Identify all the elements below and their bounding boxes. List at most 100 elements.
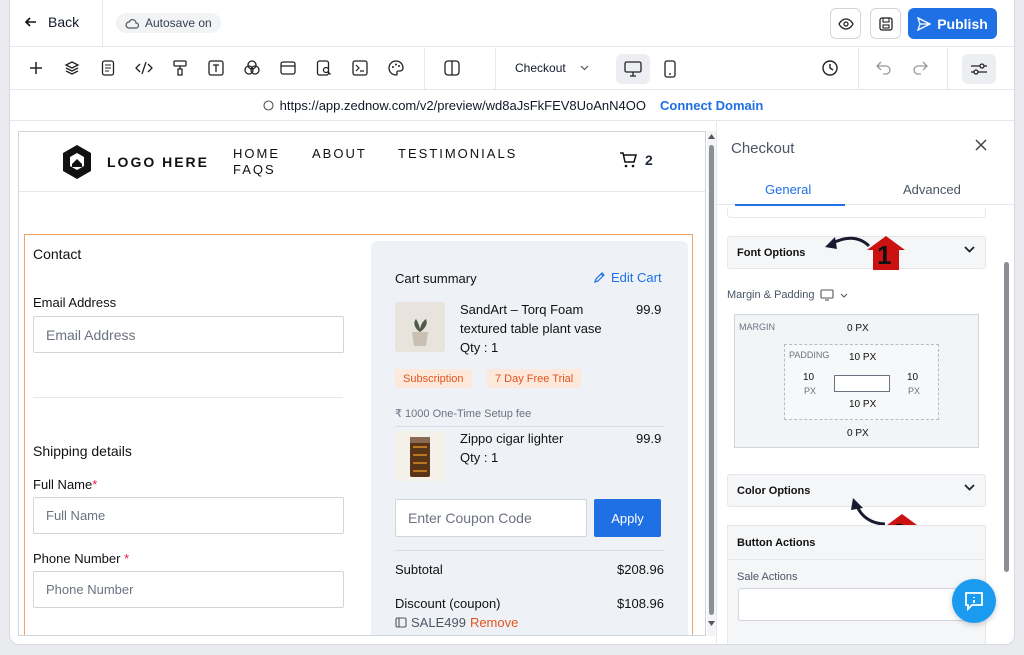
preview-url-bar: https://app.zednow.com/v2/preview/wd8aJs… [10, 91, 1014, 121]
publish-button[interactable]: Publish [908, 8, 997, 39]
edit-cart-link[interactable]: Edit Cart [593, 270, 662, 285]
close-panel-button[interactable] [975, 138, 987, 156]
site-cart[interactable]: 2 [619, 152, 653, 168]
site-logo[interactable]: LOGO HERE [61, 144, 209, 180]
terminal-button[interactable] [350, 58, 370, 78]
phone-placeholder: Phone Number [46, 582, 134, 597]
text-button[interactable] [206, 58, 226, 78]
undo-button[interactable] [874, 58, 894, 78]
section-button[interactable] [278, 58, 298, 78]
back-button[interactable]: Back [24, 14, 79, 30]
close-icon [975, 139, 987, 151]
margin-top-value[interactable]: 0 PX [847, 323, 869, 334]
settings-toggle-button[interactable] [962, 54, 996, 84]
divider [33, 397, 343, 398]
scrollbar-thumb[interactable] [709, 145, 714, 615]
forms-button[interactable] [314, 58, 334, 78]
clock-icon [822, 60, 838, 76]
remove-coupon-link[interactable]: Remove [470, 615, 518, 630]
connect-domain-link[interactable]: Connect Domain [660, 98, 763, 113]
email-field[interactable]: Email Address [33, 316, 344, 353]
fullname-label-text: Full Name [33, 477, 93, 492]
split-view-button[interactable] [442, 58, 462, 78]
app-window: Back Autosave on Publish Checkout https:… [9, 0, 1015, 645]
margin-label: MARGIN [739, 322, 775, 332]
phone-label: Phone Number * [33, 551, 129, 566]
button-actions-title: Button Actions [737, 537, 816, 549]
sale-actions-select[interactable] [738, 588, 970, 621]
tab-advanced[interactable]: Advanced [903, 182, 961, 197]
help-chat-button[interactable] [952, 579, 996, 623]
code-button[interactable] [134, 58, 154, 78]
padding-left-unit: PX [804, 386, 817, 396]
lighter-image [395, 431, 445, 481]
product-name-line1: SandArt – Torq Foam [460, 302, 584, 317]
coupon-input[interactable]: Enter Coupon Code [395, 499, 587, 537]
publish-label: Publish [937, 15, 988, 32]
send-icon [917, 16, 932, 31]
desktop-view-button[interactable] [616, 54, 650, 84]
fullname-field[interactable]: Full Name [33, 497, 344, 534]
contact-heading: Contact [33, 246, 82, 262]
padding-left-value[interactable]: 10 [803, 372, 814, 383]
checkout-element[interactable]: Contact Email Address Email Address Ship… [24, 234, 693, 635]
divider [395, 426, 664, 427]
edit-cart-label: Edit Cart [611, 270, 662, 285]
page-select[interactable]: Checkout [515, 61, 589, 75]
annotation-number-1: 1 [877, 240, 892, 270]
preview-url[interactable]: https://app.zednow.com/v2/preview/wd8aJs… [280, 98, 646, 113]
layers-button[interactable] [62, 58, 82, 78]
nav-faqs[interactable]: FAQS [233, 162, 276, 177]
chat-info-icon [965, 592, 983, 612]
padding-right-value[interactable]: 10 [907, 372, 918, 383]
phone-label-text: Phone Number [33, 551, 121, 566]
margin-bottom-value[interactable]: 0 PX [847, 428, 869, 439]
content-box [834, 375, 890, 392]
chevron-down-icon [841, 293, 848, 298]
scroll-up-icon [708, 134, 715, 139]
padding-right-unit: PX [908, 386, 921, 396]
product-price: 99.9 [636, 302, 662, 317]
padding-bottom-value[interactable]: 10 PX [849, 399, 876, 410]
sale-actions-label: Sale Actions [737, 571, 798, 583]
style-button[interactable] [170, 58, 190, 78]
terminal-icon [352, 60, 368, 76]
chevron-down-icon [580, 65, 589, 71]
email-placeholder: Email Address [46, 326, 136, 343]
preview-scrollbar[interactable] [707, 131, 716, 636]
divider [495, 48, 496, 90]
window-icon [280, 61, 296, 75]
subtotal-value: $208.96 [617, 562, 664, 577]
palette-button[interactable] [386, 58, 406, 78]
nav-testimonials[interactable]: TESTIMONIALS [398, 146, 517, 161]
globe-icon [263, 100, 274, 111]
tab-general[interactable]: General [734, 182, 846, 206]
divider [858, 48, 859, 90]
phone-field[interactable]: Phone Number [33, 571, 344, 608]
pages-button[interactable] [98, 58, 118, 78]
save-button[interactable] [870, 8, 901, 39]
padding-top-value[interactable]: 10 PX [849, 352, 876, 363]
padding-editor[interactable]: PADDING 10 PX 10 PX 10 PX 10 PX [784, 344, 939, 420]
nav-home[interactable]: HOME [233, 146, 280, 161]
preview-button[interactable] [830, 8, 861, 39]
divider [728, 559, 985, 560]
apply-coupon-button[interactable]: Apply [594, 499, 661, 537]
mobile-view-button[interactable] [653, 54, 687, 84]
color-button[interactable] [242, 58, 262, 78]
panel-title: Checkout [731, 140, 795, 157]
page-preview: LOGO HERE HOME ABOUT TESTIMONIALS FAQS 2… [18, 131, 706, 636]
redo-button[interactable] [910, 58, 930, 78]
subtotal-label: Subtotal [395, 562, 443, 577]
add-element-button[interactable] [26, 58, 46, 78]
margin-editor[interactable]: MARGIN 0 PX 0 PX PADDING 10 PX 10 PX 10 … [734, 314, 979, 448]
fullname-label: Full Name* [33, 477, 97, 492]
previous-section [727, 208, 986, 218]
nav-about[interactable]: ABOUT [312, 146, 367, 161]
history-button[interactable] [820, 58, 840, 78]
palette-icon [388, 60, 404, 76]
email-label: Email Address [33, 295, 117, 310]
coupon-placeholder: Enter Coupon Code [408, 510, 532, 526]
cart-icon [620, 152, 637, 168]
panel-scrollbar[interactable] [1004, 262, 1009, 572]
